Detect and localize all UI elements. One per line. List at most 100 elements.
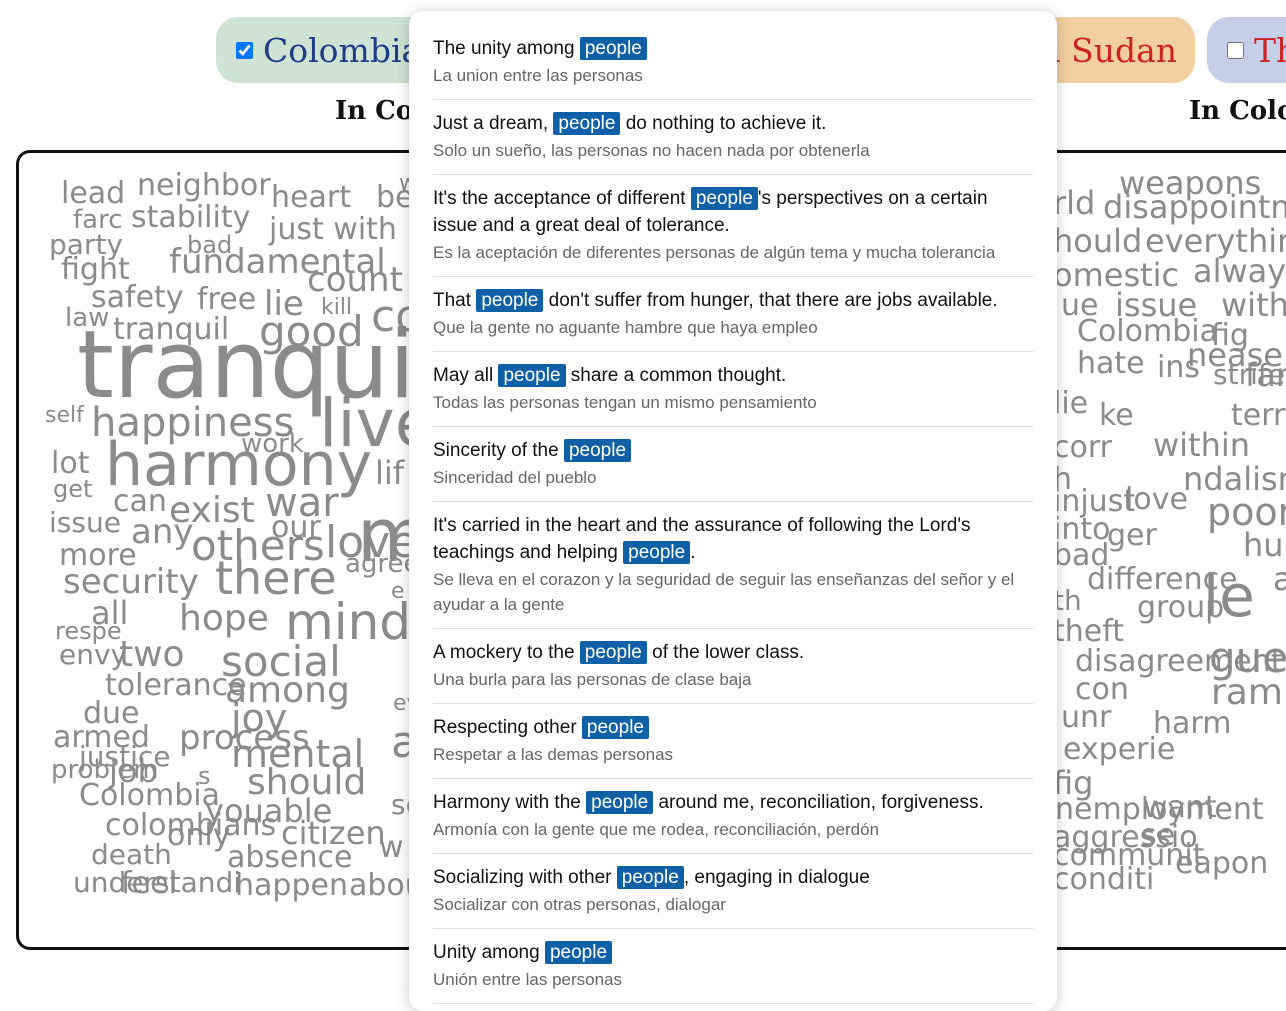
left-cloud-word[interactable]: w <box>379 833 404 863</box>
left-cloud-word[interactable]: death <box>91 841 172 869</box>
right-cloud-word[interactable]: hate <box>1077 349 1145 379</box>
left-cloud-word[interactable]: hope <box>179 601 269 637</box>
colombia-checkbox[interactable] <box>236 41 253 59</box>
response-english: Unity among people <box>433 939 1033 966</box>
colombia-chip-label: Colombia <box>263 30 422 70</box>
left-cloud-word[interactable]: issue <box>49 509 121 537</box>
sudan-chip-label: n Sudan <box>1039 30 1177 70</box>
response-spanish: Se lleva en el corazon y la seguridad de… <box>433 570 1015 614</box>
right-cloud-word[interactable]: within <box>1153 429 1250 461</box>
left-cloud-word[interactable]: happen <box>235 871 348 901</box>
left-cloud-word[interactable]: heart <box>271 183 351 213</box>
keyword-highlight: people <box>581 716 649 739</box>
left-cloud-word[interactable]: security <box>63 565 199 599</box>
left-panel-title: In Co <box>335 96 414 126</box>
right-cloud-word[interactable]: lie <box>1053 389 1088 419</box>
response-text: Respecting other <box>433 717 582 738</box>
right-cloud-word[interactable]: ins <box>1157 353 1200 383</box>
right-cloud-word[interactable]: corr <box>1053 433 1112 463</box>
response-entry: A mockery to the people of the lower cla… <box>433 639 1033 704</box>
left-cloud-word[interactable]: self <box>45 405 84 427</box>
left-cloud-word[interactable]: envy <box>59 641 127 669</box>
response-spanish: Que la gente no aguante hambre que haya … <box>433 318 818 337</box>
right-cloud-word[interactable]: rld <box>1053 187 1095 219</box>
left-cloud-word[interactable]: just with <box>269 215 397 245</box>
third-checkbox[interactable] <box>1227 41 1244 59</box>
left-cloud-word[interactable]: s <box>198 764 211 788</box>
response-entry: Respecting other people Respetar a las de… <box>433 714 1033 779</box>
response-text: A mockery to the <box>433 642 580 663</box>
response-english: The unity among people <box>433 35 1033 62</box>
keyword-highlight: people <box>476 289 544 312</box>
response-english: It's the acceptance of different people '… <box>433 185 1033 239</box>
response-text: do nothing to achieve it. <box>620 113 827 134</box>
response-spanish: La union entre las personas <box>433 66 643 85</box>
right-cloud-word[interactable]: among <box>1273 563 1286 595</box>
keyword-highlight: people <box>579 641 647 664</box>
left-cloud-word[interactable]: lif <box>375 457 404 489</box>
response-entry: May all people share a common thought. To… <box>433 362 1033 427</box>
left-cloud-word[interactable]: neighbor <box>137 171 271 201</box>
right-cloud-word[interactable]: th <box>1053 587 1082 615</box>
response-text: Socializing with other <box>433 867 617 888</box>
responses-popup[interactable]: The unity among people La union entre las… <box>409 11 1057 1011</box>
left-cloud-word[interactable]: feel <box>121 869 177 899</box>
response-spanish: Armonía con la gente que me rodea, recon… <box>433 820 880 839</box>
right-cloud-word[interactable]: human <box>1243 529 1286 561</box>
right-cloud-word[interactable]: hould <box>1053 225 1142 257</box>
right-cloud-word[interactable]: experie <box>1063 735 1175 765</box>
response-text: That <box>433 290 477 311</box>
response-english: Harmony with the people around me, recon… <box>433 789 1033 816</box>
left-cloud-word[interactable]: get <box>53 477 92 501</box>
response-text: Unity among <box>433 942 545 963</box>
left-cloud-word[interactable]: only <box>167 821 230 851</box>
response-text: , engaging in dialogue <box>683 867 870 888</box>
filter-chip-colombia[interactable]: Colombia <box>216 17 436 83</box>
response-text: of the lower class. <box>646 642 805 663</box>
response-text: don't suffer from hunger, that there are… <box>543 290 998 311</box>
response-spanish: Unión entre las personas <box>433 970 623 989</box>
right-cloud-word[interactable]: ger <box>1107 521 1157 551</box>
right-cloud-word[interactable]: group <box>1137 593 1224 623</box>
response-entry: Sincerity of the people Sinceridad del pu… <box>433 437 1033 502</box>
right-cloud-word[interactable]: disappointm <box>1103 191 1286 223</box>
response-entry: Harmony with the people around me, recon… <box>433 789 1033 854</box>
keyword-highlight: people <box>553 112 621 135</box>
keyword-highlight: people <box>544 941 613 964</box>
right-cloud-word[interactable]: conditi <box>1053 865 1154 895</box>
response-spanish: Una burla para las personas de clase baj… <box>433 670 752 689</box>
response-text: around me, reconciliation, forgiveness. <box>653 792 984 813</box>
right-cloud-word[interactable]: love <box>1125 485 1188 515</box>
left-cloud-word[interactable]: any <box>131 515 194 549</box>
response-english: Just a dream, people do nothing to achie… <box>433 110 1033 137</box>
right-cloud-word[interactable]: witho <box>1221 289 1286 321</box>
keyword-highlight: people <box>498 364 566 387</box>
response-text: Just a dream, <box>433 113 554 134</box>
left-cloud-word[interactable]: stability <box>131 203 250 233</box>
filter-chip-third[interactable]: Th <box>1207 17 1286 83</box>
right-panel-title: In Colo <box>1189 96 1286 126</box>
response-text: . <box>690 542 696 563</box>
response-english: Respecting other people <box>433 714 1033 741</box>
response-entry: It's carried in the heart and the assura… <box>433 512 1033 629</box>
right-cloud-word[interactable]: ke <box>1099 401 1134 431</box>
response-spanish: Solo un sueño, las personas no hacen nad… <box>433 141 870 160</box>
left-cloud-word[interactable]: e <box>391 581 405 603</box>
response-english: May all people share a common thought. <box>433 362 1033 389</box>
keyword-highlight: people <box>616 866 684 889</box>
response-spanish: Sinceridad del pueblo <box>433 468 597 487</box>
right-cloud-word[interactable]: eapon <box>1175 849 1268 879</box>
keyword-highlight: people <box>690 187 758 210</box>
response-entry: It's the acceptance of different people '… <box>433 185 1033 277</box>
response-entry: Just a dream, people do nothing to achie… <box>433 110 1033 175</box>
right-cloud-word[interactable]: alway <box>1193 255 1286 287</box>
right-word-cloud: weapons rld disappointm hould everythin omest… <box>1020 150 1286 950</box>
response-spanish: Todas las personas tengan un mismo pensa… <box>433 393 817 412</box>
right-cloud-word[interactable]: strife <box>1213 361 1285 389</box>
response-entry: Socializing with other people, engaging … <box>433 864 1033 929</box>
response-text: The unity among <box>433 38 580 59</box>
response-text: Sincerity of the <box>433 440 564 461</box>
right-cloud-word[interactable]: theft <box>1053 617 1124 647</box>
response-entry: Unity among people Unión entre las person… <box>433 939 1033 1004</box>
right-cloud-word[interactable]: unr <box>1061 703 1111 733</box>
